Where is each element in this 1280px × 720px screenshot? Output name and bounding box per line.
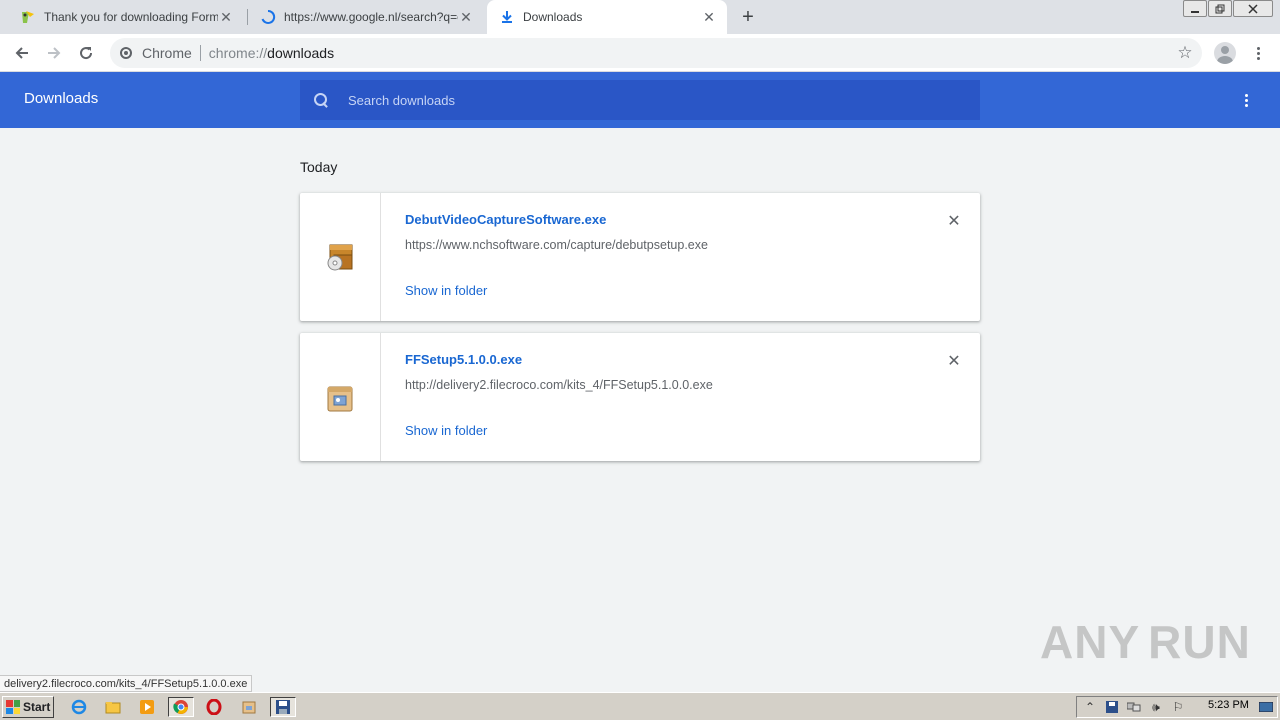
opera-icon[interactable] xyxy=(203,697,225,717)
close-icon[interactable]: ✕ xyxy=(944,211,964,231)
close-icon[interactable]: ✕ xyxy=(458,9,474,25)
watermark-right: RUN xyxy=(1148,616,1251,668)
action-center-flag-icon[interactable]: ⚐ xyxy=(1169,699,1187,715)
save-disk-taskbar-icon[interactable] xyxy=(270,697,296,717)
download-filename-link[interactable]: FFSetup5.1.0.0.exe xyxy=(405,352,522,367)
tab-downloads[interactable]: Downloads ✕ xyxy=(487,0,727,34)
file-icon-column xyxy=(300,333,381,461)
watermark-left: ANY xyxy=(1040,616,1141,668)
close-icon[interactable]: ✕ xyxy=(218,9,234,25)
show-in-folder-link[interactable]: Show in folder xyxy=(405,423,487,438)
forward-button[interactable] xyxy=(42,41,66,65)
minimize-button[interactable] xyxy=(1183,0,1207,17)
new-tab-button[interactable]: + xyxy=(736,5,760,29)
profile-avatar-icon[interactable] xyxy=(1214,42,1236,64)
download-item: FFSetup5.1.0.0.exe http://delivery2.file… xyxy=(300,333,980,461)
close-icon[interactable]: ✕ xyxy=(701,9,717,25)
window-close-button[interactable] xyxy=(1233,0,1273,17)
tab-strip: Thank you for downloading Format F ✕ htt… xyxy=(0,0,1280,34)
download-source-url[interactable]: http://delivery2.filecroco.com/kits_4/FF… xyxy=(405,378,713,392)
internet-explorer-icon[interactable] xyxy=(68,697,90,717)
file-explorer-icon[interactable] xyxy=(102,697,124,717)
close-icon[interactable]: ✕ xyxy=(944,351,964,371)
browser-menu-icon[interactable] xyxy=(1248,43,1268,63)
installer-disc-icon xyxy=(327,244,353,271)
start-button[interactable]: Start xyxy=(2,696,54,718)
loading-spinner-icon xyxy=(260,9,276,25)
date-heading: Today xyxy=(300,159,338,175)
downloads-list: Today DebutVideoCaptureSoftware.exe http… xyxy=(0,128,1280,688)
search-bar[interactable] xyxy=(300,80,980,120)
download-icon xyxy=(499,9,515,25)
show-desktop-icon[interactable] xyxy=(1256,697,1276,717)
omnibox-divider xyxy=(199,45,201,61)
windows-taskbar: Start ⌃ 🕪 ⚐ 5:23 PM xyxy=(0,692,1280,720)
windows-logo-icon xyxy=(6,700,20,714)
chrome-taskbar-icon[interactable] xyxy=(168,697,194,717)
network-icon[interactable] xyxy=(1125,699,1143,715)
forward-arrow-icon xyxy=(48,47,61,59)
taskbar-clock[interactable]: 5:23 PM xyxy=(1208,699,1249,711)
anyrun-watermark: ANY RUN xyxy=(1040,612,1250,672)
show-in-folder-link[interactable]: Show in folder xyxy=(405,283,487,298)
media-player-icon[interactable] xyxy=(136,697,158,717)
more-actions-icon[interactable] xyxy=(1236,90,1256,110)
download-filename-link[interactable]: DebutVideoCaptureSoftware.exe xyxy=(405,212,606,227)
download-item: DebutVideoCaptureSoftware.exe https://ww… xyxy=(300,193,980,321)
link-status-bubble: delivery2.filecroco.com/kits_4/FFSetup5.… xyxy=(0,675,253,692)
tab-title: https://www.google.nl/search?q=ca xyxy=(284,10,458,24)
tab-google-search[interactable]: https://www.google.nl/search?q=ca ✕ xyxy=(248,0,484,34)
address-bar[interactable]: Chrome chrome://downloads ☆ xyxy=(110,38,1202,68)
start-label: Start xyxy=(23,700,51,714)
downloads-header: Downloads xyxy=(0,72,1280,128)
search-input[interactable] xyxy=(346,91,946,109)
back-arrow-icon xyxy=(15,47,28,59)
page-title: Downloads xyxy=(24,90,99,107)
reload-icon xyxy=(80,47,93,60)
tray-save-icon[interactable] xyxy=(1103,699,1121,715)
url-scheme: chrome:// xyxy=(208,45,268,61)
file-icon-column xyxy=(300,193,381,321)
reload-button[interactable] xyxy=(74,41,98,65)
url-host: downloads xyxy=(267,45,335,61)
search-icon xyxy=(314,93,328,107)
back-button[interactable] xyxy=(10,41,34,65)
restore-button[interactable] xyxy=(1208,0,1232,17)
tray-expand-icon[interactable]: ⌃ xyxy=(1081,699,1099,715)
security-chip-label: Chrome xyxy=(142,45,192,61)
volume-icon[interactable]: 🕪 xyxy=(1147,699,1165,715)
chrome-icon xyxy=(120,47,132,59)
bookmark-star-icon[interactable]: ☆ xyxy=(1174,42,1196,64)
tab-title: Thank you for downloading Format F xyxy=(44,10,218,24)
tab-title: Downloads xyxy=(523,10,583,24)
tab-format-factory[interactable]: Thank you for downloading Format F ✕ xyxy=(8,0,244,34)
download-source-url[interactable]: https://www.nchsoftware.com/capture/debu… xyxy=(405,238,708,252)
installer-taskbar-icon[interactable] xyxy=(236,697,262,717)
format-factory-icon xyxy=(20,9,36,25)
browser-toolbar: Chrome chrome://downloads ☆ xyxy=(0,34,1280,72)
installer-box-icon xyxy=(327,386,353,412)
